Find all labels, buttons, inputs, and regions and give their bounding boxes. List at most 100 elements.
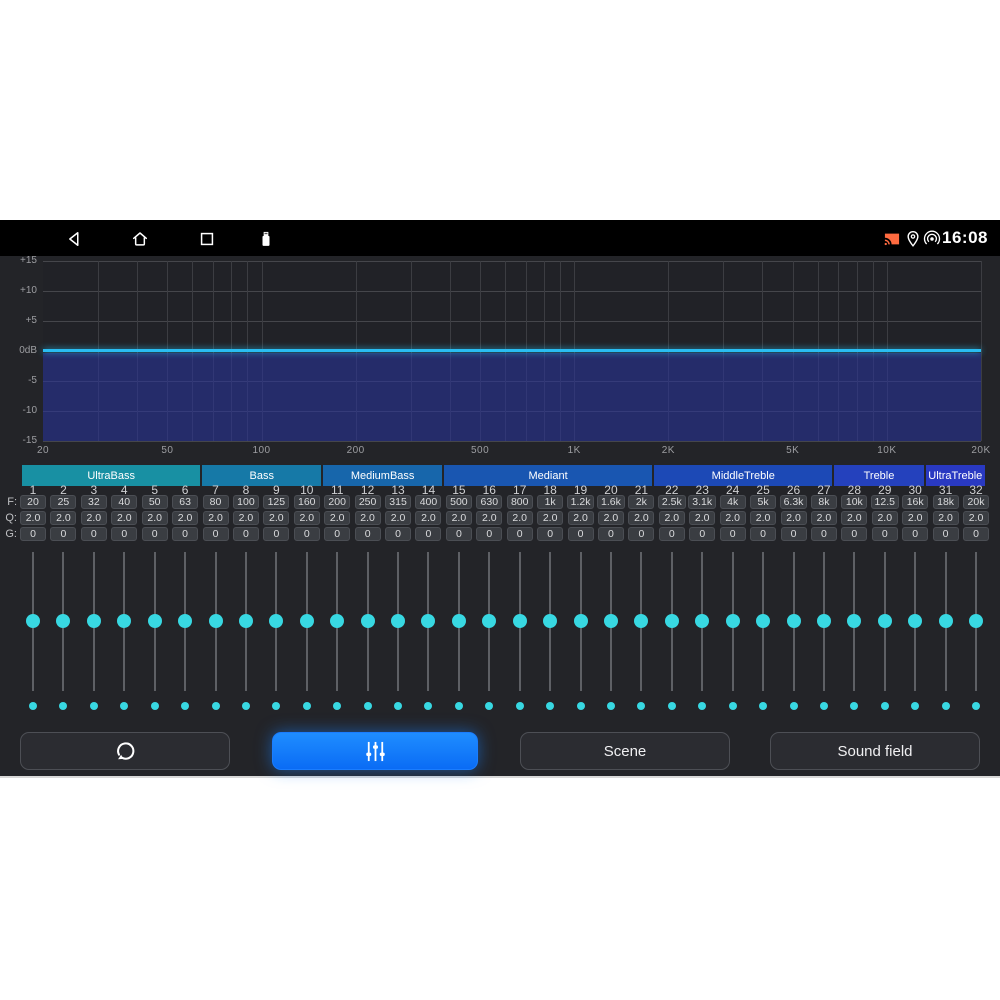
band-gain-chip[interactable]: 0 (47, 527, 79, 541)
band-freq-chip[interactable]: 20 (17, 495, 49, 509)
slider-thumb[interactable] (634, 614, 648, 628)
band-q-chip[interactable]: 2.0 (412, 511, 444, 525)
slider-thumb[interactable] (787, 614, 801, 628)
slider-thumb[interactable] (391, 614, 405, 628)
back-icon[interactable] (64, 229, 84, 249)
band-gain-chip[interactable]: 0 (139, 527, 171, 541)
band-q-chip[interactable]: 2.0 (108, 511, 140, 525)
band-q-chip[interactable]: 2.0 (78, 511, 110, 525)
band-gain-chip[interactable]: 0 (443, 527, 475, 541)
band-freq-chip[interactable]: 40 (108, 495, 140, 509)
band-gain-chip[interactable]: 0 (717, 527, 749, 541)
slider-thumb[interactable] (543, 614, 557, 628)
band-gain-chip[interactable]: 0 (625, 527, 657, 541)
band-gain-chip[interactable]: 0 (352, 527, 384, 541)
band-q-chip[interactable]: 2.0 (443, 511, 475, 525)
band-gain-chip[interactable]: 0 (321, 527, 353, 541)
band-freq-chip[interactable]: 16k (899, 495, 931, 509)
band-gain-chip[interactable]: 0 (260, 527, 292, 541)
slider-thumb[interactable] (26, 614, 40, 628)
band-freq-chip[interactable]: 20k (960, 495, 992, 509)
slider-thumb[interactable] (330, 614, 344, 628)
band-gain-chip[interactable]: 0 (230, 527, 262, 541)
reset-button[interactable] (20, 732, 230, 770)
band-gain-chip[interactable]: 0 (382, 527, 414, 541)
band-gain-chip[interactable]: 0 (778, 527, 810, 541)
band-freq-chip[interactable]: 125 (260, 495, 292, 509)
band-freq-chip[interactable]: 4k (717, 495, 749, 509)
band-freq-chip[interactable]: 3.1k (686, 495, 718, 509)
slider-thumb[interactable] (239, 614, 253, 628)
band-freq-chip[interactable]: 200 (321, 495, 353, 509)
recents-icon[interactable] (197, 229, 217, 249)
band-freq-chip[interactable]: 250 (352, 495, 384, 509)
slider-thumb[interactable] (300, 614, 314, 628)
band-freq-chip[interactable]: 1.6k (595, 495, 627, 509)
band-q-chip[interactable]: 2.0 (869, 511, 901, 525)
band-q-chip[interactable]: 2.0 (17, 511, 49, 525)
band-q-chip[interactable]: 2.0 (47, 511, 79, 525)
band-q-chip[interactable]: 2.0 (200, 511, 232, 525)
band-q-chip[interactable]: 2.0 (291, 511, 323, 525)
band-q-chip[interactable]: 2.0 (382, 511, 414, 525)
band-q-chip[interactable]: 2.0 (930, 511, 962, 525)
band-freq-chip[interactable]: 800 (504, 495, 536, 509)
band-q-chip[interactable]: 2.0 (321, 511, 353, 525)
slider-thumb[interactable] (269, 614, 283, 628)
band-q-chip[interactable]: 2.0 (656, 511, 688, 525)
band-gain-chip[interactable]: 0 (108, 527, 140, 541)
band-freq-chip[interactable]: 80 (200, 495, 232, 509)
band-freq-chip[interactable]: 12.5 (869, 495, 901, 509)
slider-thumb[interactable] (56, 614, 70, 628)
band-gain-chip[interactable]: 0 (412, 527, 444, 541)
band-freq-chip[interactable]: 25 (47, 495, 79, 509)
band-q-chip[interactable]: 2.0 (595, 511, 627, 525)
slider-thumb[interactable] (117, 614, 131, 628)
band-gain-chip[interactable]: 0 (17, 527, 49, 541)
band-freq-chip[interactable]: 1k (534, 495, 566, 509)
band-gain-chip[interactable]: 0 (595, 527, 627, 541)
band-freq-chip[interactable]: 50 (139, 495, 171, 509)
band-freq-chip[interactable]: 63 (169, 495, 201, 509)
band-q-chip[interactable]: 2.0 (534, 511, 566, 525)
band-gain-chip[interactable]: 0 (838, 527, 870, 541)
slider-thumb[interactable] (452, 614, 466, 628)
band-gain-chip[interactable]: 0 (899, 527, 931, 541)
band-gain-chip[interactable]: 0 (808, 527, 840, 541)
band-gain-chip[interactable]: 0 (960, 527, 992, 541)
band-q-chip[interactable]: 2.0 (565, 511, 597, 525)
band-freq-chip[interactable]: 32 (78, 495, 110, 509)
slider-thumb[interactable] (148, 614, 162, 628)
band-q-chip[interactable]: 2.0 (169, 511, 201, 525)
home-icon[interactable] (130, 229, 150, 249)
slider-thumb[interactable] (482, 614, 496, 628)
band-q-chip[interactable]: 2.0 (686, 511, 718, 525)
sound-field-button[interactable]: Sound field (770, 732, 980, 770)
slider-thumb[interactable] (178, 614, 192, 628)
band-q-chip[interactable]: 2.0 (778, 511, 810, 525)
slider-thumb[interactable] (665, 614, 679, 628)
band-q-chip[interactable]: 2.0 (838, 511, 870, 525)
slider-thumb[interactable] (939, 614, 953, 628)
slider-thumb[interactable] (361, 614, 375, 628)
band-q-chip[interactable]: 2.0 (899, 511, 931, 525)
band-freq-chip[interactable]: 630 (473, 495, 505, 509)
scene-button[interactable]: Scene (520, 732, 730, 770)
slider-thumb[interactable] (695, 614, 709, 628)
band-q-chip[interactable]: 2.0 (230, 511, 262, 525)
band-q-chip[interactable]: 2.0 (504, 511, 536, 525)
band-q-chip[interactable]: 2.0 (139, 511, 171, 525)
band-freq-chip[interactable]: 500 (443, 495, 475, 509)
slider-thumb[interactable] (817, 614, 831, 628)
slider-thumb[interactable] (756, 614, 770, 628)
slider-thumb[interactable] (604, 614, 618, 628)
band-q-chip[interactable]: 2.0 (717, 511, 749, 525)
slider-thumb[interactable] (969, 614, 983, 628)
band-freq-chip[interactable]: 315 (382, 495, 414, 509)
slider-thumb[interactable] (847, 614, 861, 628)
slider-thumb[interactable] (209, 614, 223, 628)
band-gain-chip[interactable]: 0 (169, 527, 201, 541)
band-freq-chip[interactable]: 400 (412, 495, 444, 509)
band-freq-chip[interactable]: 100 (230, 495, 262, 509)
slider-thumb[interactable] (908, 614, 922, 628)
